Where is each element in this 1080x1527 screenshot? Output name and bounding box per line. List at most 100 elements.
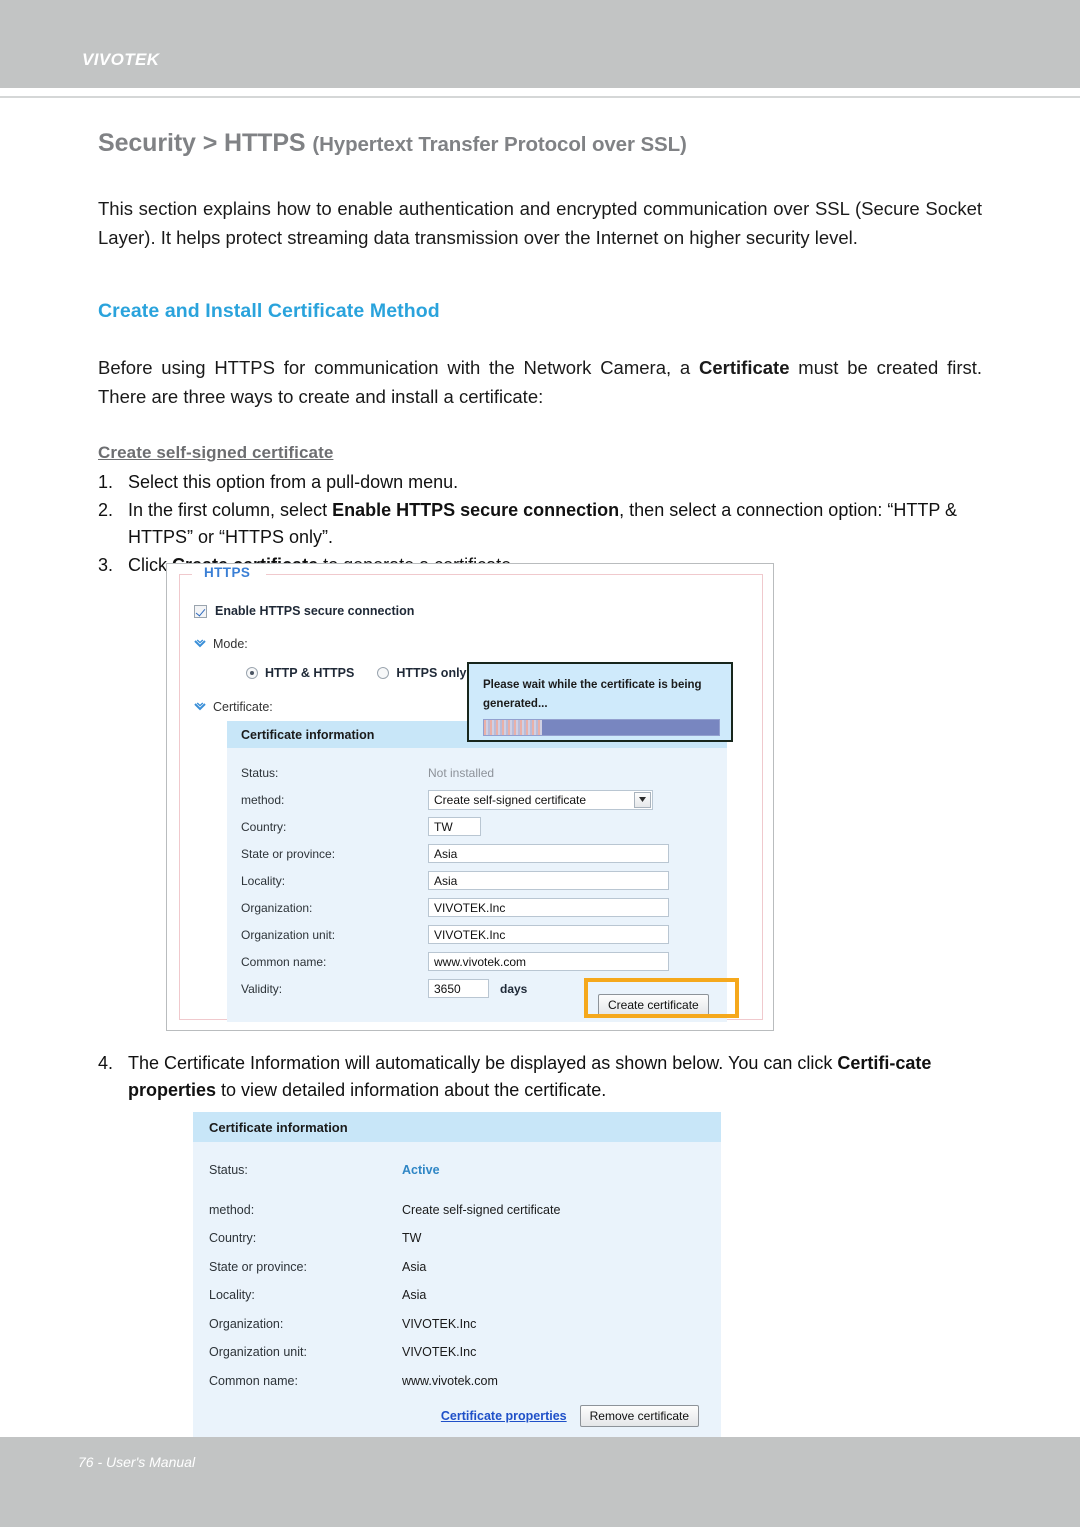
locality-input[interactable]: Asia bbox=[428, 871, 669, 890]
wait-dialog-line2: generated... bbox=[483, 698, 548, 710]
step-text-4a: The Certificate Information will automat… bbox=[128, 1053, 838, 1073]
common-name-label-2: Common name: bbox=[209, 1373, 298, 1388]
fieldset-border-left bbox=[180, 574, 192, 575]
footer-page-label: 76 - User's Manual bbox=[78, 1454, 196, 1470]
screenshot-https-config: HTTPS Enable HTTPS secure connection Mod… bbox=[166, 563, 774, 1031]
step-number-4: 4. bbox=[98, 1053, 114, 1073]
certificate-information-panel: Certificate information Status: Not inst… bbox=[227, 721, 727, 1022]
mode-expander-row[interactable]: Mode: bbox=[194, 637, 248, 651]
enable-https-row[interactable]: Enable HTTPS secure connection bbox=[194, 604, 414, 618]
page-footer: 76 - User's Manual bbox=[0, 1437, 1080, 1527]
row-common-name-2: Common name: www.vivotek.com bbox=[193, 1367, 721, 1396]
https-legend: HTTPS bbox=[198, 565, 257, 580]
https-fieldset: HTTPS Enable HTTPS secure connection Mod… bbox=[179, 565, 763, 1022]
step-item-2: 2. In the first column, select Enable HTT… bbox=[98, 497, 982, 551]
certificate-expander-row[interactable]: Certificate: bbox=[194, 700, 273, 714]
organization-value-2: VIVOTEK.Inc bbox=[402, 1316, 477, 1331]
organization-unit-label-2: Organization unit: bbox=[209, 1345, 307, 1360]
mode-radio-group[interactable]: HTTP & HTTPS HTTPS only bbox=[246, 666, 467, 680]
chevron-down-icon bbox=[194, 702, 206, 712]
organization-label: Organization: bbox=[241, 900, 313, 915]
row-spacer bbox=[193, 1185, 721, 1196]
step-text-4b: to view detailed information about the c… bbox=[216, 1080, 607, 1100]
method-label: method: bbox=[241, 792, 285, 807]
common-name-label: Common name: bbox=[241, 954, 327, 969]
page-title-main: Security > HTTPS bbox=[98, 129, 313, 157]
country-input[interactable]: TW bbox=[428, 817, 481, 836]
status-label-2: Status: bbox=[209, 1163, 248, 1178]
validity-unit-label: days bbox=[500, 981, 528, 996]
validity-label: Validity: bbox=[241, 981, 283, 996]
row-state-2: State or province: Asia bbox=[193, 1253, 721, 1282]
remove-certificate-button[interactable]: Remove certificate bbox=[579, 1405, 699, 1427]
enable-https-checkbox[interactable] bbox=[194, 604, 207, 618]
row-organization-unit: Organization unit: VIVOTEK.Inc bbox=[227, 921, 727, 948]
step-text-2-bold: Enable HTTPS secure connection bbox=[332, 500, 620, 520]
generating-certificate-dialog: Please wait while the certificate is bei… bbox=[467, 662, 733, 742]
radio-label-http-and-https: HTTP & HTTPS bbox=[265, 666, 355, 680]
row-common-name: Common name: www.vivotek.com bbox=[227, 948, 727, 975]
row-method-2: method: Create self-signed certificate bbox=[193, 1196, 721, 1225]
step-number-2: 2. bbox=[98, 500, 114, 520]
section-paragraph-a: Before using HTTPS for communication wit… bbox=[98, 357, 700, 378]
fieldset-border-right bbox=[266, 574, 762, 575]
section-paragraph-bold: Certificate bbox=[699, 357, 790, 378]
header-divider bbox=[0, 96, 1080, 98]
state-label-2: State or province: bbox=[209, 1259, 307, 1274]
country-value-2: TW bbox=[402, 1231, 422, 1246]
mode-label: Mode: bbox=[213, 637, 248, 651]
validity-input[interactable]: 3650 bbox=[428, 979, 489, 998]
organization-label-2: Organization: bbox=[209, 1316, 284, 1331]
certificate-panel-title-2: Certificate information bbox=[193, 1112, 721, 1142]
section-heading: Create and Install Certificate Method bbox=[98, 300, 440, 322]
steps-list-continued: 4. The Certificate Information will autom… bbox=[98, 1050, 982, 1104]
row-state: State or province: Asia bbox=[227, 840, 727, 867]
row-locality-2: Locality: Asia bbox=[193, 1281, 721, 1310]
row-organization-unit-2: Organization unit: VIVOTEK.Inc bbox=[193, 1338, 721, 1367]
radio-https-only[interactable] bbox=[377, 667, 390, 679]
status-value: Not installed bbox=[428, 765, 495, 780]
wait-dialog-line1: Please wait while the certificate is bei… bbox=[483, 679, 702, 691]
certificate-panel-body-2: Status: Active method: Create self-signe… bbox=[193, 1142, 721, 1445]
row-organization: Organization: VIVOTEK.Inc bbox=[227, 894, 727, 921]
radio-http-and-https[interactable] bbox=[246, 667, 258, 679]
status-label: Status: bbox=[241, 765, 279, 780]
state-input[interactable]: Asia bbox=[428, 844, 669, 863]
step-number-1: 1. bbox=[98, 472, 114, 492]
progress-bar bbox=[483, 719, 720, 736]
row-locality: Locality: Asia bbox=[227, 867, 727, 894]
certificate-properties-link[interactable]: Certificate properties bbox=[441, 1409, 567, 1423]
row-organization-2: Organization: VIVOTEK.Inc bbox=[193, 1310, 721, 1339]
organization-unit-value-2: VIVOTEK.Inc bbox=[402, 1345, 477, 1360]
step-item-4: 4. The Certificate Information will autom… bbox=[98, 1050, 982, 1104]
organization-input[interactable]: VIVOTEK.Inc bbox=[428, 898, 669, 917]
certificate-label: Certificate: bbox=[213, 700, 273, 714]
organization-unit-input[interactable]: VIVOTEK.Inc bbox=[428, 925, 669, 944]
common-name-input[interactable]: www.vivotek.com bbox=[428, 952, 669, 971]
row-country-2: Country: TW bbox=[193, 1224, 721, 1253]
chevron-down-icon bbox=[194, 639, 206, 649]
country-label-2: Country: bbox=[209, 1231, 257, 1246]
method-label-2: method: bbox=[209, 1202, 255, 1217]
create-certificate-highlight bbox=[584, 978, 739, 1018]
screenshot-certificate-active: Certificate information Status: Active m… bbox=[193, 1112, 721, 1445]
subsection-heading: Create self-signed certificate bbox=[98, 443, 334, 462]
state-value-2: Asia bbox=[402, 1259, 427, 1274]
page-content: Security > HTTPS (Hypertext Transfer Pro… bbox=[98, 128, 982, 580]
step4-block: 4. The Certificate Information will autom… bbox=[98, 1050, 982, 1105]
locality-label-2: Locality: bbox=[209, 1288, 255, 1303]
vivotek-logo: VIVOTEK bbox=[82, 50, 160, 69]
page-title: Security > HTTPS (Hypertext Transfer Pro… bbox=[98, 128, 982, 158]
step-number-3: 3. bbox=[98, 555, 114, 575]
row-country: Country: TW bbox=[227, 813, 727, 840]
chevron-down-icon[interactable] bbox=[634, 791, 651, 808]
section-paragraph: Before using HTTPS for communication wit… bbox=[98, 353, 982, 411]
state-label: State or province: bbox=[241, 846, 336, 861]
enable-https-label: Enable HTTPS secure connection bbox=[215, 604, 415, 618]
radio-label-https-only: HTTPS only bbox=[396, 666, 467, 680]
page-header: VIVOTEK bbox=[0, 0, 1080, 88]
country-label: Country: bbox=[241, 819, 287, 834]
status-value-2: Active bbox=[402, 1163, 440, 1178]
step-text-2a: In the first column, select bbox=[128, 500, 333, 520]
method-select[interactable]: Create self-signed certificate bbox=[428, 789, 653, 810]
